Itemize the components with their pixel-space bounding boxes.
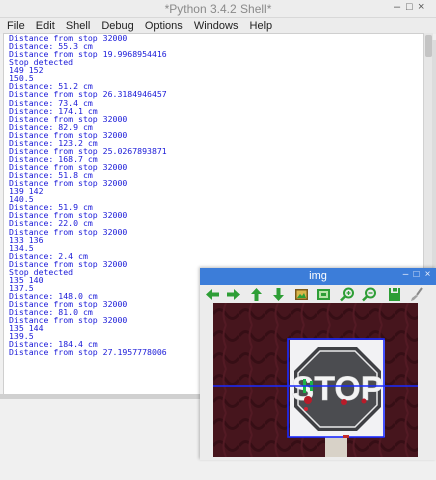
close-icon[interactable]: × xyxy=(422,269,433,280)
menu-debug[interactable]: Debug xyxy=(101,18,133,34)
menu-help[interactable]: Help xyxy=(250,18,273,34)
shell-menu-bar: File Edit Shell Debug Options Windows He… xyxy=(0,18,436,34)
scrollbar-thumb[interactable] xyxy=(425,35,432,57)
save-icon[interactable] xyxy=(387,287,402,302)
img-toolbar xyxy=(200,286,436,303)
shell-title-bar[interactable]: *Python 3.4.2 Shell* –□× xyxy=(0,0,436,18)
minimize-icon[interactable]: – xyxy=(400,269,411,280)
img-viewer-window: img – □ × STOP xyxy=(200,268,436,460)
shell-output-line: 149 152 xyxy=(9,65,44,76)
shell-output-line: 133 136 xyxy=(9,234,44,245)
detection-marker xyxy=(343,435,349,438)
maximize-icon[interactable]: □ xyxy=(406,1,418,13)
shell-output-line: Distance from stop 32000 xyxy=(9,226,128,237)
menu-file[interactable]: File xyxy=(7,18,25,34)
menu-windows[interactable]: Windows xyxy=(194,18,239,34)
shell-output-line: Stop detected xyxy=(9,57,74,68)
menu-edit[interactable]: Edit xyxy=(36,18,55,34)
horizontal-scrollbar[interactable] xyxy=(0,394,205,399)
img-window-controls: – □ × xyxy=(400,269,433,280)
detection-marker xyxy=(361,398,367,404)
shell-output-line: Distance from stop 32000 xyxy=(9,178,128,189)
image-frame-icon[interactable] xyxy=(316,287,331,302)
image-icon[interactable] xyxy=(294,287,309,302)
settings-brush-icon[interactable] xyxy=(409,287,424,302)
zoom-out-icon[interactable] xyxy=(362,287,377,302)
detection-marker xyxy=(304,407,308,411)
maximize-icon[interactable]: □ xyxy=(411,269,422,280)
shell-title: *Python 3.4.2 Shell* xyxy=(164,2,272,16)
menu-shell[interactable]: Shell xyxy=(66,18,90,34)
stop-sign-detection-image: STOP xyxy=(213,303,418,457)
arrow-up-icon[interactable] xyxy=(249,287,264,302)
arrow-down-icon[interactable] xyxy=(271,287,286,302)
arrow-left-icon[interactable] xyxy=(205,287,220,302)
minimize-icon[interactable]: – xyxy=(394,1,406,13)
detection-marker xyxy=(341,399,347,405)
close-icon[interactable]: × xyxy=(418,1,430,13)
img-title-bar[interactable]: img – □ × xyxy=(200,268,436,285)
detection-marker xyxy=(304,396,312,404)
menu-options[interactable]: Options xyxy=(145,18,183,34)
zoom-in-icon[interactable] xyxy=(340,287,355,302)
arrow-right-icon[interactable] xyxy=(226,287,241,302)
shell-window-controls: –□× xyxy=(394,1,430,13)
shell-output-line: 139 142 xyxy=(9,186,44,197)
camera-frame-image: STOP xyxy=(213,303,418,457)
